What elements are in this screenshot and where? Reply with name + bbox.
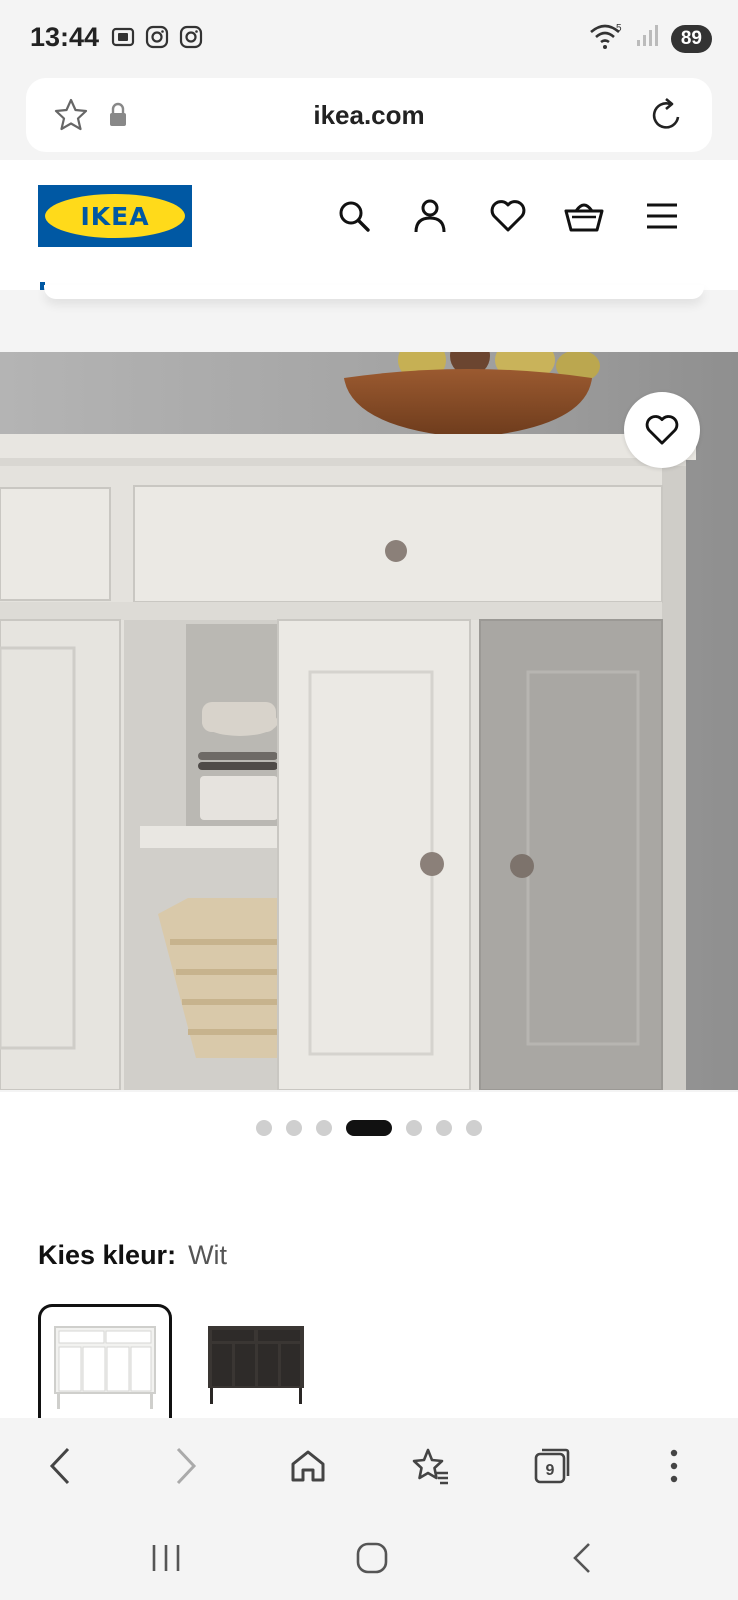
site-header: IKEA	[0, 160, 738, 290]
recent-apps-icon[interactable]	[144, 1536, 188, 1580]
signal-icon	[635, 24, 661, 53]
instagram-icon	[144, 24, 170, 50]
selected-color-value: Wit	[188, 1240, 228, 1270]
status-time: 13:44	[30, 22, 100, 52]
wifi-icon: 5	[589, 22, 625, 55]
system-navigation	[0, 1514, 738, 1600]
heart-icon	[645, 415, 679, 445]
instagram-icon	[178, 24, 204, 50]
ikea-logo[interactable]: IKEA	[38, 185, 192, 247]
url-domain[interactable]: ikea.com	[26, 100, 712, 131]
forward-icon[interactable]	[164, 1444, 208, 1488]
notification-icons	[110, 24, 204, 50]
carousel-dot[interactable]	[466, 1120, 482, 1136]
status-bar: 13:44 5 89	[0, 0, 738, 76]
save-to-favorites-button[interactable]	[624, 392, 700, 468]
carousel-dot[interactable]	[316, 1120, 332, 1136]
reload-icon[interactable]	[648, 95, 686, 140]
account-icon[interactable]	[410, 196, 450, 236]
basket-icon[interactable]	[564, 196, 604, 236]
screenshot-icon	[110, 24, 136, 50]
search-icon[interactable]	[334, 196, 374, 236]
carousel-dot-active[interactable]	[346, 1120, 392, 1136]
white-sideboard-thumb	[54, 1326, 156, 1409]
network-label: 5	[616, 23, 622, 34]
back-icon[interactable]	[38, 1444, 82, 1488]
home-icon[interactable]	[286, 1444, 330, 1488]
carousel-dot[interactable]	[406, 1120, 422, 1136]
battery-level: 89	[670, 24, 712, 53]
color-swatch-white[interactable]	[38, 1304, 172, 1426]
url-bar[interactable]: ikea.com	[26, 78, 712, 152]
carousel-dot[interactable]	[436, 1120, 452, 1136]
browser-toolbar: 9	[0, 1418, 738, 1514]
more-options-icon[interactable]	[652, 1444, 696, 1488]
system-back-icon[interactable]	[560, 1536, 604, 1580]
header-dropdown-edge	[44, 285, 704, 299]
product-image[interactable]	[0, 352, 738, 1090]
carousel-dot[interactable]	[286, 1120, 302, 1136]
tab-count: 9	[546, 1462, 555, 1479]
color-swatch-dark[interactable]	[190, 1304, 324, 1426]
tabs-icon[interactable]: 9	[530, 1444, 574, 1488]
heart-icon[interactable]	[488, 196, 528, 236]
status-right: 5 89	[589, 22, 712, 55]
logo-oval: IKEA	[45, 194, 185, 238]
carousel-dots	[0, 1120, 738, 1136]
carousel-dot[interactable]	[256, 1120, 272, 1136]
menu-icon[interactable]	[642, 196, 682, 236]
logo-text: IKEA	[80, 201, 150, 231]
bookmarks-icon[interactable]	[408, 1444, 452, 1488]
sideboard-illustration	[0, 352, 738, 1090]
color-label-text: Kies kleur:	[38, 1240, 177, 1270]
home-button-icon[interactable]	[350, 1536, 394, 1580]
color-selector-label: Kies kleur: Wit	[38, 1240, 227, 1271]
dark-sideboard-thumb	[208, 1326, 304, 1404]
